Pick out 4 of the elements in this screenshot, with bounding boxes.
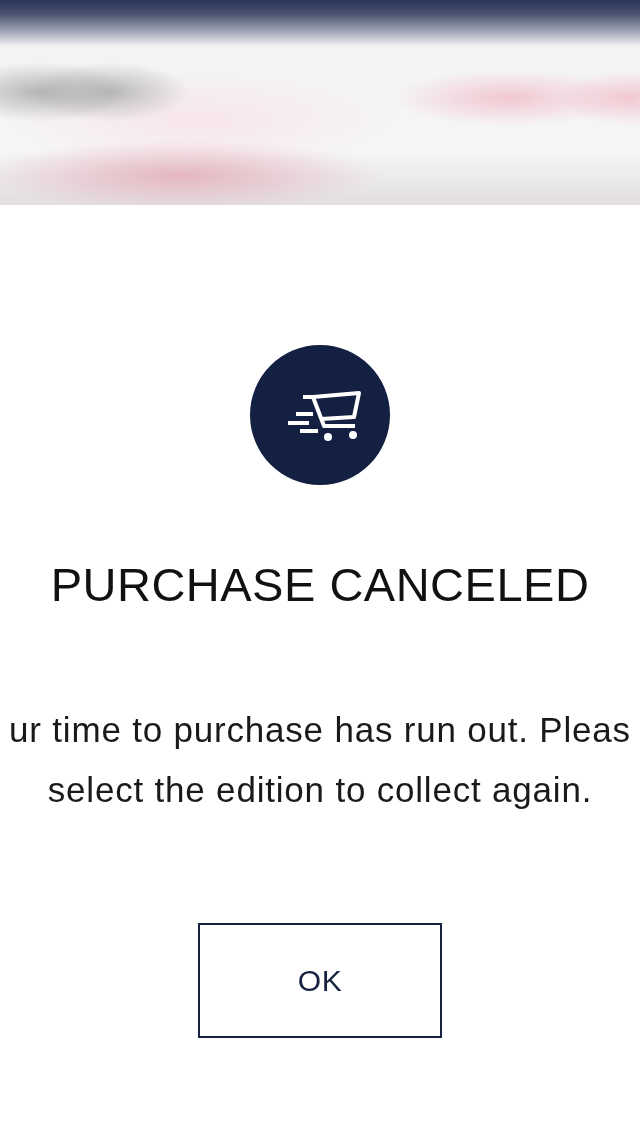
dialog-title: PURCHASE CANCELED xyxy=(50,557,590,613)
message-text: ur time to purchase has run out. Pleas select the edition to collect again. xyxy=(9,709,631,812)
ok-button[interactable]: OK xyxy=(198,923,442,1039)
shopping-cart-icon xyxy=(250,345,390,485)
